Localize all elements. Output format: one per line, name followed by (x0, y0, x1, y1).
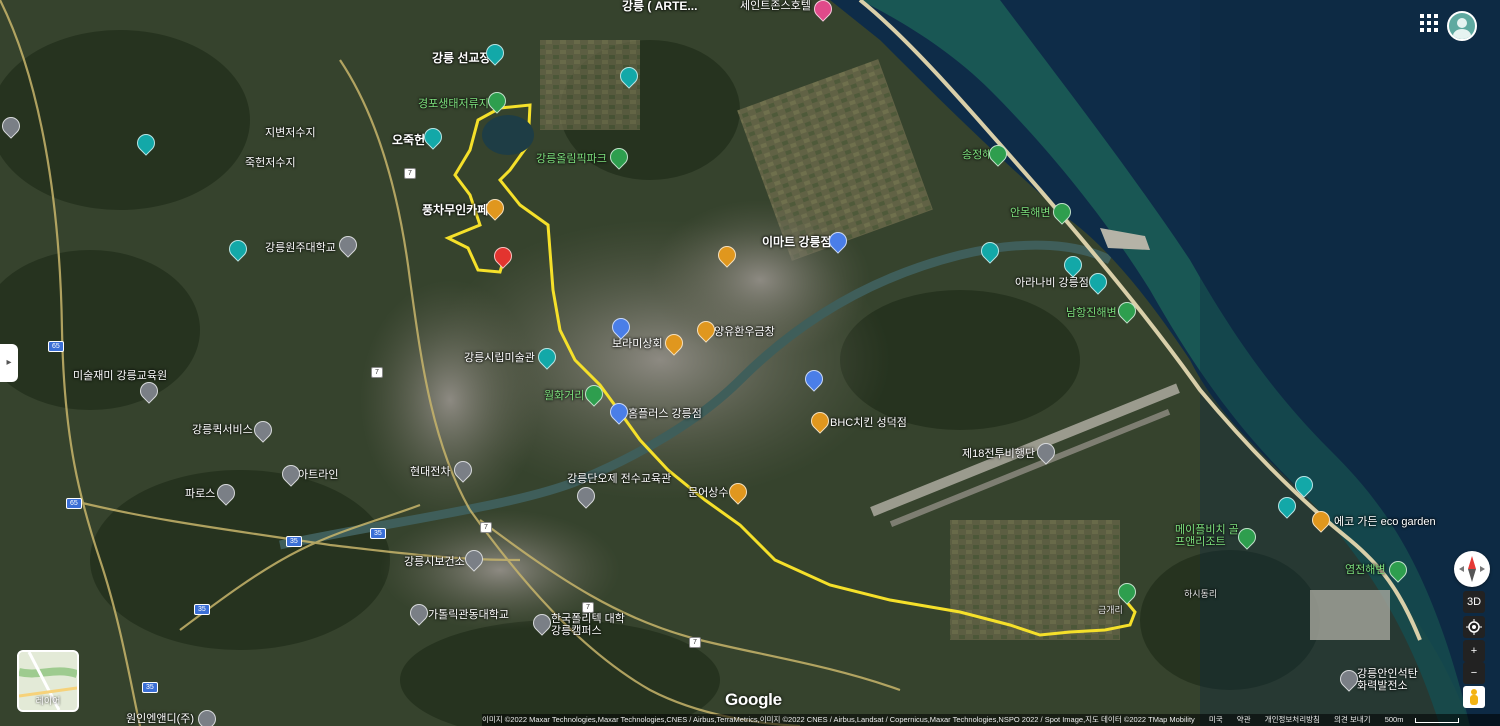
label-namhang-beach[interactable]: 남항진해변 (1066, 307, 1117, 319)
satellite-imagery (0, 0, 1500, 726)
zoom-in-button[interactable]: + (1463, 640, 1485, 662)
label-hyundai[interactable]: 현대전차 (410, 466, 450, 478)
label-olympic-park[interactable]: 강릉올림픽파크 (536, 153, 607, 165)
route-7-shield: 7 (582, 602, 594, 613)
label-ecogarden[interactable]: 에코 가든 eco garden (1334, 516, 1436, 528)
feedback-link[interactable]: 의견 보내기 (1334, 715, 1371, 724)
label-art-school[interactable]: 미술재미 강릉교육원 (73, 370, 167, 382)
route-35-shield: 35 (286, 536, 302, 547)
label-arahbiche[interactable]: 아라나비 강릉점 (1015, 277, 1089, 289)
side-panel-toggle[interactable]: ▸ (0, 344, 18, 382)
satellite-map[interactable]: 강릉 선교장 경포생태저류지 오죽헌 지변저수지 죽헌저수지 강릉올림픽파크 풍… (0, 0, 1500, 726)
label-quick-service[interactable]: 강릉퀵서비스 (192, 424, 253, 436)
route-35-shield: 35 (370, 528, 386, 539)
zoom-out-button[interactable]: − (1463, 662, 1485, 684)
attribution-bar: 이미지 ©2022 Maxar Technologies,Maxar Techn… (482, 714, 1500, 726)
label-art-museum[interactable]: 강릉시립미술관 (464, 352, 535, 364)
label-anin-power[interactable]: 강릉안인석탄 화력발전소 (1357, 668, 1429, 692)
scale-bar (1415, 717, 1460, 723)
google-logo: Google (725, 690, 782, 709)
label-atrine[interactable]: 아트라인 (298, 469, 338, 481)
route-7-shield: 7 (404, 168, 416, 179)
route-35-shield: 35 (194, 604, 210, 615)
scale-label[interactable]: 500m (1385, 715, 1404, 724)
label-st-johns[interactable]: 세인트존스호텔 (740, 0, 811, 12)
terms-link[interactable]: 약관 (1237, 715, 1251, 724)
privacy-link[interactable]: 개인정보처리방침 (1265, 715, 1320, 724)
tilt-3d-button[interactable]: 3D (1463, 591, 1485, 613)
label-arte[interactable]: 강릉 ( ARTE... (622, 0, 697, 12)
label-gyeongpo-ecology[interactable]: 경포생태저류지 (418, 98, 489, 110)
apps-grid-icon[interactable] (1420, 14, 1438, 32)
label-gangneung-seongyojang[interactable]: 강릉 선교장 (432, 52, 491, 64)
label-jukheon-reservoir[interactable]: 죽헌저수지 (245, 157, 296, 169)
my-location-button[interactable] (1463, 616, 1485, 638)
route-65-shield: 65 (48, 341, 64, 352)
route-35-shield: 35 (142, 682, 158, 693)
label-anmok-beach[interactable]: 안목해변 (1010, 207, 1050, 219)
label-health-center[interactable]: 강릉시보건소 (404, 556, 465, 568)
label-yeomjeon-beach[interactable]: 염전해변 (1345, 564, 1385, 576)
label-wolhwa-street[interactable]: 월화거리 (544, 390, 584, 402)
compass-needle-icon (1459, 556, 1485, 582)
label-geumgwang[interactable]: 금개리 (1098, 604, 1123, 616)
label-jibyeon-reservoir[interactable]: 지변저수지 (265, 127, 316, 139)
country-link[interactable]: 미국 (1209, 715, 1223, 724)
label-gangneung-wonju-univ[interactable]: 강릉원주대학교 (265, 242, 336, 254)
label-bhc[interactable]: BHC치킨 성덕점 (830, 417, 907, 429)
label-dano-center[interactable]: 강릉단오제 전수교육관 (567, 473, 671, 485)
label-yangyu[interactable]: 양유환우금창 (714, 326, 775, 338)
label-ojukheon[interactable]: 오죽헌 (392, 134, 425, 146)
compass-icon[interactable] (1454, 551, 1490, 587)
layers-button[interactable]: 레이어 (17, 650, 79, 712)
label-haesi[interactable]: 하시동리 (1184, 588, 1217, 600)
label-air-wing[interactable]: 제18전투비행단 (962, 448, 1035, 460)
label-maple-beach[interactable]: 메이플비치 골프앤리조트 (1175, 524, 1243, 548)
label-homeplus[interactable]: 홈플러스 강릉점 (628, 408, 702, 420)
attribution-text: 이미지 ©2022 Maxar Technologies,Maxar Techn… (482, 715, 1195, 724)
layers-label: 레이어 (35, 696, 61, 706)
route-7-shield: 7 (689, 637, 701, 648)
user-avatar-icon[interactable] (1447, 11, 1477, 41)
route-7-shield: 7 (371, 367, 383, 378)
label-pungcha-cafe[interactable]: 풍차무인카페 (422, 204, 488, 216)
my-location-icon (1466, 619, 1482, 635)
route-7-shield: 7 (480, 522, 492, 533)
label-emart[interactable]: 이마트 강릉점 (762, 236, 832, 248)
label-boramisanghoe[interactable]: 보라미상회 (612, 338, 663, 350)
pegman-icon[interactable] (1463, 686, 1485, 708)
label-polytech[interactable]: 한국폴리텍 대학 강릉캠퍼스 (551, 613, 631, 637)
label-munsansang[interactable]: 문어상수 (688, 487, 728, 499)
route-65-shield: 65 (66, 498, 82, 509)
label-catholic-univ[interactable]: 가톨릭관동대학교 (428, 609, 509, 621)
label-wonin-nd[interactable]: 원인엔앤디(주) (126, 713, 194, 725)
label-paros[interactable]: 파로스 (185, 488, 215, 500)
